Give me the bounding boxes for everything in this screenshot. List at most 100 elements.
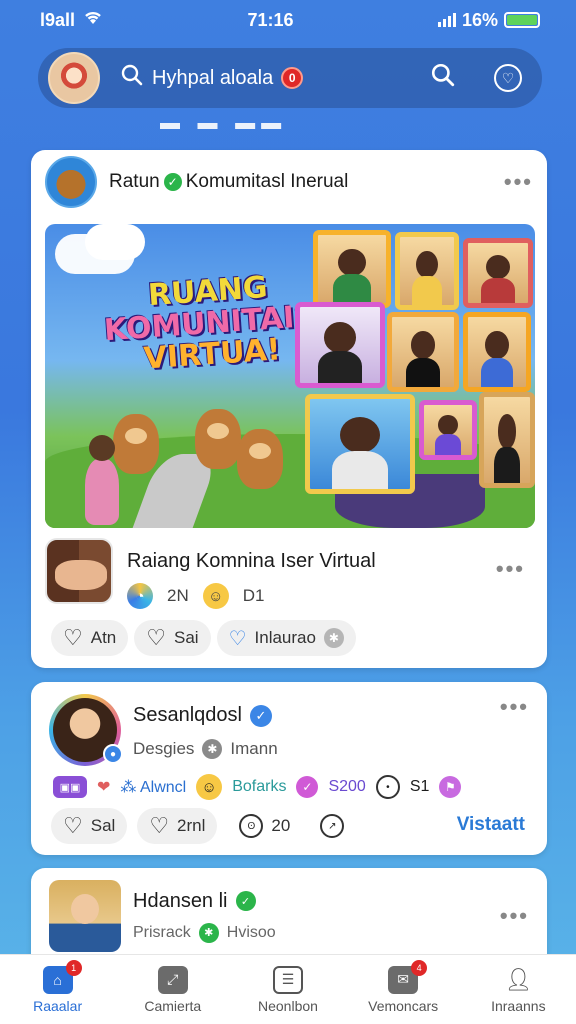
tag-s200[interactable]: S200 <box>328 778 365 796</box>
verified-check-icon: ✓ <box>235 891 256 911</box>
tag-bofarks[interactable]: Bofarks <box>232 778 286 796</box>
nav-profile[interactable]: 👤︎ Inraanns <box>468 966 568 1014</box>
comment-button[interactable]: ♡ Sai <box>134 620 211 656</box>
post-card-user: ● Sesanlqdosl ✓ Desgies ✱ Imann ••• ▣▣ ❤… <box>31 682 547 855</box>
group-title[interactable]: Raiang Komnina Iser Virtual <box>127 550 535 573</box>
bear-character <box>113 414 159 474</box>
comment-label: 2rnl <box>177 816 206 835</box>
verified-check-icon: ✓ <box>163 173 182 191</box>
camera-icon: ⤢ <box>157 965 188 994</box>
nav-messages-label: Vemoncars <box>368 997 439 1014</box>
search-input[interactable]: Hyhpal aloala <box>152 67 273 90</box>
like-label: Sal <box>90 816 116 835</box>
user-location: Imann <box>230 739 278 758</box>
gear-icon: ✱ <box>323 628 344 648</box>
verified-check-icon: ✓ <box>249 704 272 727</box>
nav-camera-label: Camierta <box>144 997 202 1014</box>
favorites-heart-icon[interactable]: ♡ <box>494 64 522 92</box>
more-options-icon[interactable]: ••• <box>500 694 529 720</box>
battery-icon <box>503 12 540 28</box>
nav-home-label: Raaalar <box>33 997 83 1014</box>
heart-emoji-icon: ❤ <box>97 779 111 796</box>
video-tile <box>295 302 385 388</box>
wifi-icon <box>83 10 103 31</box>
video-tile <box>463 238 533 308</box>
video-tile <box>479 392 535 488</box>
visit-link[interactable]: Vistaatt <box>457 814 525 836</box>
comment-button[interactable]: ♡ 2rnl <box>137 808 218 844</box>
search-button-icon[interactable] <box>430 62 456 95</box>
post-card-community: Ratun ✓ Komumitasl Inerual ••• RUANG KOM… <box>31 150 547 668</box>
home-badge: 1 <box>65 959 82 976</box>
heart-icon: ♡ <box>146 625 166 650</box>
eyes-icon: ʘ <box>239 814 264 838</box>
profile-avatar[interactable] <box>48 52 100 104</box>
more-options-icon[interactable]: ••• <box>496 556 525 582</box>
face-emoji-icon: ☺ <box>202 583 229 609</box>
heart-icon: ♡ <box>149 813 170 838</box>
news-icon: ☰ <box>272 965 303 994</box>
bear-avatar[interactable] <box>45 156 97 208</box>
check-circle-icon: ✓ <box>296 776 319 798</box>
post-hero-image[interactable]: RUANG KOMUNITAIS VIRTUA! <box>45 224 535 528</box>
clock-icon: • <box>375 775 400 799</box>
search-icon[interactable] <box>120 63 144 94</box>
like-button[interactable]: ♡ Atn <box>51 620 129 656</box>
clock: 71:16 <box>247 9 294 30</box>
comment-label: Sai <box>174 628 199 647</box>
battery-percent: 16% <box>461 9 498 30</box>
nav-news-label: Neonlbon <box>258 997 318 1014</box>
post-author[interactable]: Ratun <box>109 171 160 193</box>
user-name[interactable]: Hdansen li <box>133 890 228 913</box>
bear-character <box>237 429 283 489</box>
nav-news[interactable]: ☰ Neonlbon <box>238 965 338 1014</box>
heart-blue-icon: ♡ <box>228 627 247 650</box>
video-tile <box>395 232 459 310</box>
person-icon: 👤︎ <box>504 966 533 992</box>
heart-icon: ♡ <box>63 625 83 650</box>
views-button[interactable]: ʘ 20 <box>227 808 302 844</box>
share-arrow-icon[interactable]: ↗ <box>320 814 345 838</box>
post-group-name: Komumitasl Inerual <box>185 171 349 192</box>
video-tile <box>463 312 531 392</box>
game-controller-icon: ▣▣ <box>53 776 87 798</box>
user-location: Hvisoo <box>226 923 276 941</box>
search-bar[interactable]: Hyhpal aloala 0 ♡ <box>38 48 542 108</box>
user-name[interactable]: Sesanlqdosl <box>133 704 242 727</box>
messages-badge: 4 <box>411 959 428 976</box>
child-character <box>85 435 119 525</box>
user-avatar[interactable]: ● <box>49 694 123 766</box>
more-options-icon[interactable]: ••• <box>504 169 533 195</box>
heart-icon: ♡ <box>63 813 83 838</box>
signal-icon <box>437 13 456 27</box>
views-label: 20 <box>271 816 291 835</box>
group-avatar[interactable] <box>45 538 113 604</box>
bear-character <box>195 409 241 469</box>
share-label: Inlaurao <box>254 628 316 647</box>
smile-emoji-icon: ☺ <box>196 774 223 800</box>
status-bar: l9all 71:16 16% <box>0 0 576 40</box>
nav-profile-label: Inraanns <box>491 997 546 1014</box>
tag-alwncl[interactable]: ⁂ Alwncl <box>120 777 186 797</box>
stat-members: 2N <box>167 586 189 605</box>
camera-badge-icon: ● <box>103 744 123 764</box>
user-avatar[interactable] <box>49 880 121 952</box>
blurred-header-text: ▬ ▬ ▬▬ <box>160 112 288 134</box>
share-button[interactable]: ♡ Inlaurao ✱ <box>216 620 356 656</box>
like-button[interactable]: ♡ Sal <box>51 808 128 844</box>
notification-badge[interactable]: 0 <box>281 67 304 89</box>
more-options-icon[interactable]: ••• <box>500 903 529 929</box>
gear-icon: ✱ <box>202 739 223 759</box>
video-tile <box>387 312 459 392</box>
user-role: Desgies <box>133 739 195 758</box>
like-label: Atn <box>90 628 117 647</box>
nav-home[interactable]: ⌂ 1 Raaalar <box>8 959 108 1014</box>
nav-messages[interactable]: ✉ 4 Vemoncars <box>353 959 453 1014</box>
video-tile <box>305 394 415 494</box>
user-role: Prisrack <box>133 923 191 941</box>
tag-s1[interactable]: S1 <box>410 778 430 796</box>
rainbow-emoji-icon: ◔ <box>127 583 153 609</box>
cloud-shape <box>85 224 145 260</box>
nav-camera[interactable]: ⤢ Camierta <box>123 965 223 1014</box>
gear-icon: ✱ <box>198 922 219 943</box>
